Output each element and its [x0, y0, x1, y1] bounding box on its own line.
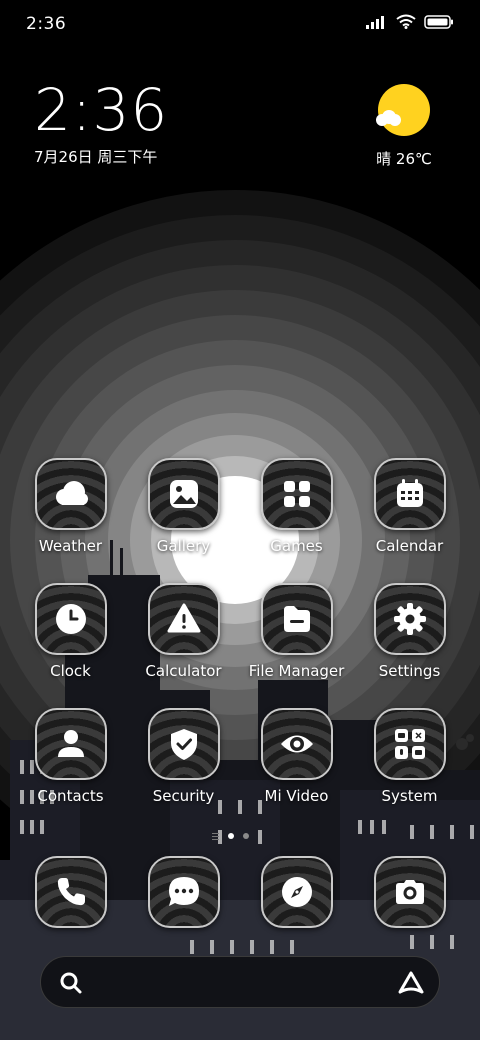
- status-icons: [366, 14, 454, 29]
- dock-phone[interactable]: [14, 856, 127, 932]
- person-icon: [34, 708, 107, 780]
- app-label: Calculator: [145, 662, 222, 680]
- app-weather[interactable]: Weather: [14, 458, 127, 583]
- search-icon[interactable]: [59, 971, 83, 995]
- sunny-partly-cloudy-icon: [376, 84, 430, 136]
- status-bar: 2:36: [0, 0, 480, 50]
- weather-cloud-icon: [34, 458, 107, 530]
- app-label: Mi Video: [264, 787, 329, 805]
- app-label: Games: [270, 537, 323, 555]
- dock: [14, 856, 466, 932]
- dock-camera[interactable]: [353, 856, 466, 932]
- weather-widget[interactable]: 晴 26℃: [364, 84, 444, 169]
- app-mi-video[interactable]: Mi Video: [240, 708, 353, 833]
- page-dot-active: [227, 833, 234, 839]
- wifi-icon: [396, 14, 416, 29]
- app-gallery[interactable]: Gallery: [127, 458, 240, 583]
- page-indicator-menu-icon: [211, 832, 219, 840]
- folder-grid-icon: [373, 708, 446, 780]
- app-label: File Manager: [248, 662, 345, 680]
- battery-icon: [424, 14, 453, 29]
- app-label: Settings: [378, 662, 441, 680]
- app-settings[interactable]: Settings: [353, 583, 466, 708]
- phone-icon: [34, 856, 107, 928]
- widget-date: 7月26日 周三下午: [34, 148, 158, 166]
- signal-icon: [366, 15, 384, 29]
- clock-widget[interactable]: 2:36 7月26日 周三下午: [34, 78, 168, 167]
- folder-icon: [260, 583, 333, 655]
- assistant-icon[interactable]: [397, 970, 425, 996]
- app-label: System: [381, 787, 438, 805]
- search-bar[interactable]: [40, 956, 440, 1008]
- gallery-icon: [147, 458, 220, 530]
- clock-icon: [34, 583, 107, 655]
- app-label: Security: [152, 787, 215, 805]
- warning-triangle-icon: [147, 583, 220, 655]
- page-dot: [242, 833, 249, 839]
- page-indicator[interactable]: [200, 830, 260, 842]
- app-label: Contacts: [37, 787, 104, 805]
- dock-browser[interactable]: [240, 856, 353, 932]
- camera-icon: [373, 856, 446, 928]
- app-file-manager[interactable]: File Manager: [240, 583, 353, 708]
- calendar-icon: [373, 458, 446, 530]
- app-label: Clock: [50, 662, 91, 680]
- app-games[interactable]: Games: [240, 458, 353, 583]
- status-time: 2:36: [26, 14, 67, 34]
- app-contacts[interactable]: Contacts: [14, 708, 127, 833]
- app-label: Calendar: [375, 537, 444, 555]
- games-grid-icon: [260, 458, 333, 530]
- app-label: Gallery: [156, 537, 211, 555]
- shield-check-icon: [147, 708, 220, 780]
- dock-messages[interactable]: [127, 856, 240, 932]
- gear-icon: [373, 583, 446, 655]
- app-calculator[interactable]: Calculator: [127, 583, 240, 708]
- messages-icon: [147, 856, 220, 928]
- app-grid: Weather Gallery Games Calendar Clock Cal…: [14, 458, 466, 833]
- app-security[interactable]: Security: [127, 708, 240, 833]
- app-label: Weather: [38, 537, 103, 555]
- app-calendar[interactable]: Calendar: [353, 458, 466, 583]
- eye-icon: [260, 708, 333, 780]
- app-clock[interactable]: Clock: [14, 583, 127, 708]
- widget-time: 2:36: [34, 76, 169, 144]
- weather-text: 晴 26℃: [376, 150, 432, 168]
- compass-icon: [260, 856, 333, 928]
- app-system[interactable]: System: [353, 708, 466, 833]
